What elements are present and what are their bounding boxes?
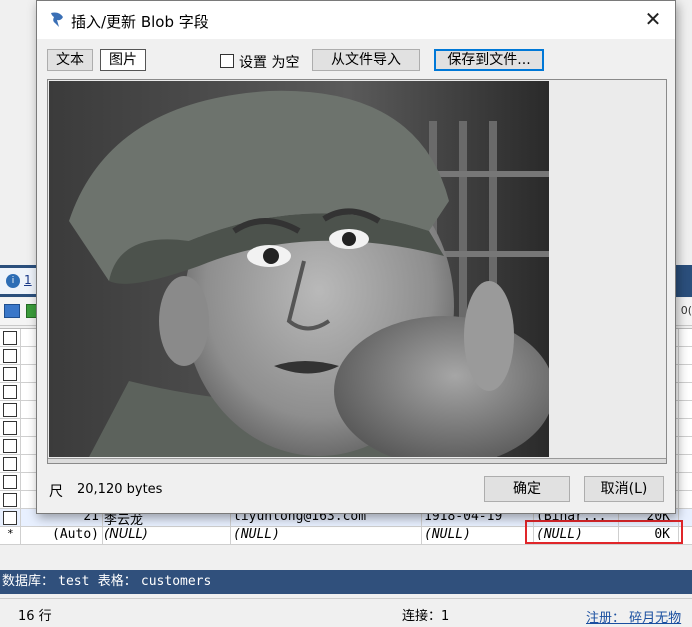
row-checkbox[interactable] (3, 385, 17, 399)
grid-line (20, 419, 21, 437)
info-icon: i (6, 274, 20, 288)
result-tab-label: 1 (24, 273, 32, 287)
grid-line (20, 383, 21, 401)
row-checkbox[interactable] (3, 349, 17, 363)
table-label: 表格： (97, 574, 137, 589)
ruler-icon: 尺 (49, 484, 63, 500)
toolbar-right-text: 0( (680, 304, 692, 317)
register-link[interactable]: 注册： 碎月无物 (586, 607, 681, 626)
grid-line (678, 365, 679, 383)
grid-line (678, 437, 679, 455)
grid-line (102, 527, 103, 545)
grid-line (20, 509, 21, 527)
blob-dialog: 插入/更新 Blob 字段 ✕ 文本 图片 设置 为空 从文件导入 保存到文件.… (36, 0, 676, 514)
status-bar-db: 数据库： test 表格： customers (0, 570, 692, 594)
grid-line (678, 329, 679, 347)
grid-line (678, 419, 679, 437)
grid-line (678, 473, 679, 491)
row-checkbox[interactable] (3, 511, 17, 525)
set-null-checkbox[interactable] (220, 54, 234, 68)
tab-text[interactable]: 文本 (47, 49, 93, 71)
grid-line (230, 527, 231, 545)
grid-line (20, 473, 21, 491)
grid-line (20, 527, 21, 545)
tab-image[interactable]: 图片 (100, 49, 146, 71)
grid-view-icon[interactable] (4, 304, 20, 318)
row-checkbox[interactable] (3, 421, 17, 435)
set-null-label: 设置 为空 (239, 55, 300, 71)
highlight-box (525, 520, 683, 544)
new-row-marker: * (7, 527, 14, 540)
grid-line (678, 383, 679, 401)
row-checkbox[interactable] (3, 475, 17, 489)
row-checkbox[interactable] (3, 493, 17, 507)
dialog-titlebar[interactable]: 插入/更新 Blob 字段 ✕ (37, 1, 675, 39)
grid-line (678, 347, 679, 365)
blob-size: 20,120 bytes (77, 482, 163, 497)
cell-name[interactable]: (NULL) (104, 527, 148, 542)
row-count: 16 行 (18, 609, 52, 624)
grid-line (421, 527, 422, 545)
row-checkbox[interactable] (3, 331, 17, 345)
save-to-file-button[interactable]: 保存到文件... (434, 49, 544, 71)
row-checkbox[interactable] (3, 439, 17, 453)
close-button[interactable]: ✕ (639, 7, 667, 33)
blob-image (49, 81, 549, 457)
ok-button[interactable]: 确定 (484, 476, 570, 502)
import-from-file-button[interactable]: 从文件导入 (312, 49, 420, 71)
grid-line (20, 365, 21, 383)
cell-email[interactable]: (NULL) (233, 527, 280, 542)
dolphin-icon (51, 12, 63, 27)
result-tab-1[interactable]: i 1 (0, 268, 38, 294)
grid-line (20, 347, 21, 365)
cancel-button[interactable]: 取消(L) (584, 476, 664, 502)
grid-line (20, 329, 21, 347)
status-bar-info: 16 行 连接：1 注册： 碎月无物 (0, 598, 692, 627)
grid-line (20, 401, 21, 419)
row-checkbox[interactable] (3, 403, 17, 417)
grid-line (678, 455, 679, 473)
grid-line (20, 491, 21, 509)
cell-id[interactable]: (Auto) (20, 527, 102, 542)
row-checkbox[interactable] (3, 367, 17, 381)
table-value: customers (140, 574, 212, 589)
grid-line (20, 455, 21, 473)
dialog-title: 插入/更新 Blob 字段 (71, 13, 209, 31)
grid-line (678, 491, 679, 509)
db-value: test (58, 574, 90, 589)
cell-date[interactable]: (NULL) (424, 527, 471, 542)
image-preview-panel (47, 79, 667, 464)
image-scrollbar[interactable] (48, 458, 666, 463)
grid-line (20, 437, 21, 455)
connection-status: 连接：1 (402, 609, 450, 624)
db-label: 数据库： (2, 574, 55, 589)
grid-line (678, 401, 679, 419)
row-checkbox[interactable] (3, 457, 17, 471)
